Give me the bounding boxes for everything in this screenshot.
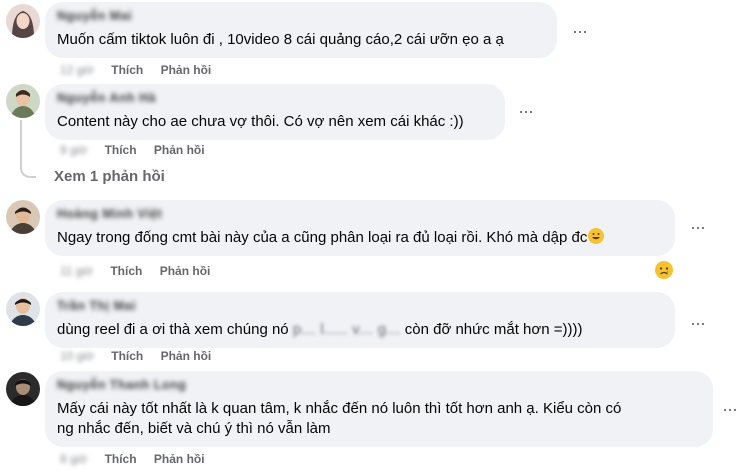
comment-text: dùng reel đi a ơi thà xem chúng nó p... … bbox=[57, 320, 663, 340]
avatar[interactable] bbox=[6, 372, 40, 406]
more-options-icon[interactable]: ··· bbox=[690, 314, 706, 332]
more-options-icon[interactable]: ··· bbox=[722, 400, 738, 418]
more-options-icon[interactable]: ··· bbox=[690, 218, 706, 236]
reply-button[interactable]: Phản hồi bbox=[154, 142, 205, 158]
avatar[interactable] bbox=[6, 84, 40, 118]
like-button[interactable]: Thích bbox=[110, 263, 142, 279]
comment-text-part: dùng reel đi a ơi thà xem chúng nó bbox=[57, 321, 293, 338]
view-replies-link[interactable]: Xem 1 phản hồi bbox=[54, 167, 165, 187]
comment-bubble: Trần Thị Mai dùng reel đi a ơi thà xem c… bbox=[45, 292, 675, 348]
comment-actions: 12 giờ Thích Phản hồi bbox=[60, 62, 225, 78]
comment-time[interactable]: 12 giờ bbox=[60, 62, 94, 78]
comment-actions: 9 giờ Thích Phản hồi bbox=[60, 142, 219, 158]
comment-text: Muốn cấm tiktok luôn đi , 10video 8 cái … bbox=[57, 31, 504, 48]
comment-author[interactable]: Nguyễn Thanh Long bbox=[57, 377, 701, 393]
more-options-icon[interactable]: ··· bbox=[518, 102, 534, 120]
avatar[interactable] bbox=[6, 4, 40, 38]
comment-author[interactable]: Hoàng Minh Việt bbox=[57, 206, 663, 222]
comment-time[interactable]: 11 giờ bbox=[60, 263, 93, 279]
comment-text-part: còn đỡ nhức mắt hơn =)))) bbox=[400, 321, 583, 338]
comment-time[interactable]: 9 giờ bbox=[60, 142, 87, 158]
reply-thread-line bbox=[20, 120, 36, 178]
censored-text: p... l..... v... g... bbox=[292, 321, 401, 338]
comment-text-line: ng nhắc đến, biết và chú ý thì nó vẫn là… bbox=[57, 420, 331, 437]
comment-author[interactable]: Trần Thị Mai bbox=[57, 298, 663, 314]
comment-actions: 11 giờ Thích Phản hồi bbox=[60, 263, 224, 279]
comment-text-body: Ngay trong đống cmt bài này của a cũng p… bbox=[57, 229, 588, 246]
comment-author[interactable]: Nguyễn Anh Hà bbox=[57, 90, 493, 106]
avatar[interactable] bbox=[6, 200, 40, 234]
comment-actions: 10 giờ Thích Phản hồi bbox=[60, 348, 225, 364]
comment-time[interactable]: 8 giờ bbox=[60, 451, 87, 467]
like-button[interactable]: Thích bbox=[111, 62, 143, 78]
sad-reaction-icon[interactable] bbox=[655, 261, 673, 279]
comment-bubble: Nguyễn Mai Muốn cấm tiktok luôn đi , 10v… bbox=[45, 2, 557, 58]
reply-button[interactable]: Phản hồi bbox=[160, 263, 211, 279]
avatar[interactable] bbox=[6, 292, 40, 326]
comment-actions: 8 giờ Thích Phản hồi bbox=[60, 451, 219, 467]
reply-button[interactable]: Phản hồi bbox=[154, 451, 205, 467]
comment-bubble: Nguyễn Anh Hà Content này cho ae chưa vợ… bbox=[45, 84, 505, 140]
comment-author[interactable]: Nguyễn Mai bbox=[57, 8, 545, 24]
reply-button[interactable]: Phản hồi bbox=[161, 62, 212, 78]
more-options-icon[interactable]: ··· bbox=[572, 22, 588, 40]
comment-bubble: Nguyễn Thanh Long Mấy cái này tốt nhất l… bbox=[45, 371, 713, 447]
like-button[interactable]: Thích bbox=[105, 451, 137, 467]
comment-time[interactable]: 10 giờ bbox=[60, 348, 94, 364]
comment-text: Content này cho ae chưa vợ thôi. Có vợ n… bbox=[57, 113, 464, 130]
comment-text-line: Mấy cái này tốt nhất là k quan tâm, k nh… bbox=[57, 400, 622, 417]
comment-text: Ngay trong đống cmt bài này của a cũng p… bbox=[57, 228, 663, 248]
like-button[interactable]: Thích bbox=[111, 348, 143, 364]
like-button[interactable]: Thích bbox=[105, 142, 137, 158]
grinning-emoji-icon bbox=[588, 228, 605, 244]
comment-bubble: Hoàng Minh Việt Ngay trong đống cmt bài … bbox=[45, 200, 675, 256]
reply-button[interactable]: Phản hồi bbox=[161, 348, 212, 364]
